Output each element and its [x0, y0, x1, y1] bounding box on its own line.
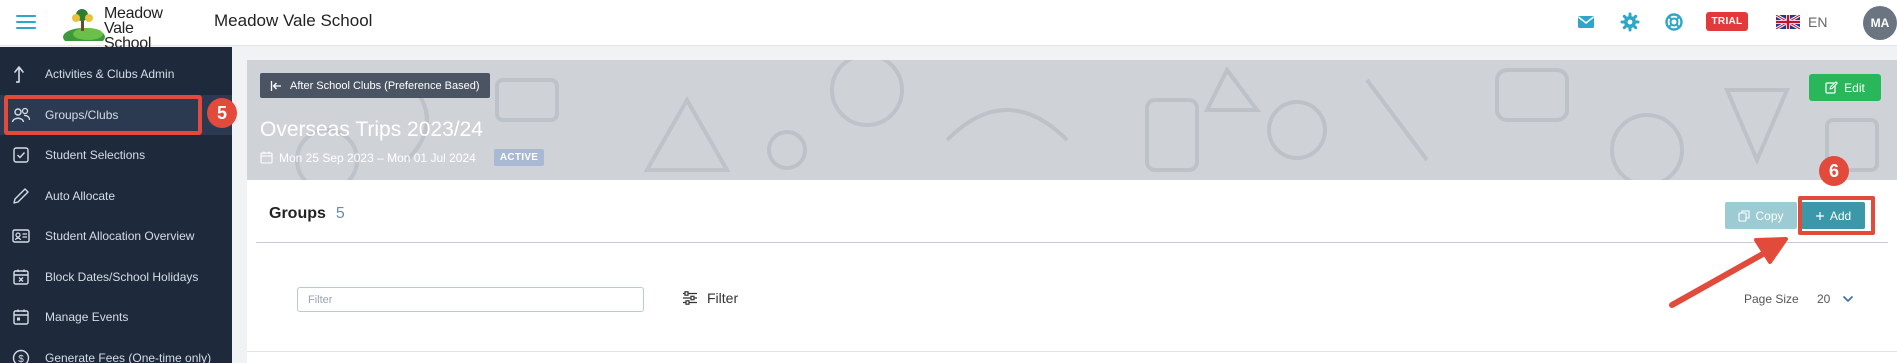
school-logo[interactable]: Meadow Vale School	[62, 3, 182, 52]
filter-input[interactable]	[297, 287, 644, 312]
step-badge-5: 5	[207, 98, 237, 128]
top-bar: Meadow Vale School Meadow Vale School TR…	[0, 0, 1897, 52]
sidebar-item-student-allocation-overview[interactable]: Student Allocation Overview	[0, 216, 232, 256]
groups-count: 5	[335, 205, 345, 222]
pencil-icon	[13, 188, 29, 204]
filter-toggle-button[interactable]: Filter	[682, 290, 738, 306]
language-code: EN	[1808, 14, 1828, 30]
sidebar-item-label: Manage Events	[45, 310, 129, 324]
divider	[247, 351, 1897, 352]
checkbox-icon	[13, 147, 29, 163]
breadcrumb-label: After School Clubs (Preference Based)	[290, 79, 480, 92]
trial-badge: TRIAL	[1706, 12, 1748, 31]
page-title: Overseas Trips 2023/24	[260, 118, 483, 141]
calendar-x-icon	[13, 269, 29, 285]
sidebar-item-student-selections[interactable]: Student Selections	[0, 135, 232, 175]
sidebar-item-block-dates[interactable]: Block Dates/School Holidays	[0, 257, 232, 297]
filter-toggle-label: Filter	[707, 290, 739, 306]
school-name: Meadow Vale School	[214, 11, 373, 30]
uk-flag-icon	[1776, 15, 1800, 29]
page-size-select[interactable]: 20	[1817, 292, 1854, 306]
language-selector[interactable]: EN	[1776, 12, 1827, 32]
sliders-icon	[683, 291, 697, 305]
arrow-up-icon	[14, 66, 24, 83]
logo-tree-icon	[63, 9, 105, 41]
svg-text:$: $	[18, 354, 24, 363]
logo-text-line1: Meadow	[104, 5, 163, 22]
calendar-icon	[13, 309, 29, 325]
groups-heading: Groups 5	[269, 205, 345, 223]
sidebar-item-manage-events[interactable]: Manage Events	[0, 297, 232, 337]
sidebar-item-auto-allocate[interactable]: Auto Allocate	[0, 176, 232, 216]
sidebar-item-activities-clubs-admin[interactable]: Activities & Clubs Admin	[0, 54, 232, 94]
chevron-down-icon	[1843, 295, 1854, 303]
sidebar-item-label: Student Allocation Overview	[45, 229, 195, 243]
id-card-icon	[12, 229, 30, 243]
sidebar-item-label: Student Selections	[45, 148, 146, 162]
page-size-value: 20	[1817, 292, 1831, 306]
gear-icon[interactable]	[1620, 12, 1640, 32]
date-range-text: Mon 25 Sep 2023 – Mon 01 Jul 2024	[279, 150, 476, 165]
divider	[256, 242, 1888, 243]
date-range: Mon 25 Sep 2023 – Mon 01 Jul 2024 ACTIVE	[260, 149, 545, 166]
step-badge-6: 6	[1819, 156, 1849, 186]
edit-icon	[1825, 81, 1839, 94]
back-to-start-icon	[270, 80, 281, 91]
help-lifebuoy-icon[interactable]	[1664, 12, 1684, 32]
highlight-box-groups-clubs	[4, 95, 202, 135]
sidebar-item-generate-fees[interactable]: $ Generate Fees (One-time only)	[0, 338, 232, 363]
highlight-box-add	[1798, 196, 1875, 235]
breadcrumb-back-button[interactable]: After School Clubs (Preference Based)	[260, 73, 490, 98]
main-panel: After School Clubs (Preference Based) Ed…	[247, 60, 1897, 363]
edit-button[interactable]: Edit	[1809, 74, 1881, 101]
status-badge: ACTIVE	[493, 149, 545, 166]
sidebar-item-label: Auto Allocate	[45, 189, 116, 203]
sidebar-item-label: Block Dates/School Holidays	[45, 270, 199, 284]
page-size-label: Page Size	[1744, 292, 1799, 306]
sidebar-item-label: Activities & Clubs Admin	[45, 67, 175, 81]
copy-icon	[1738, 209, 1751, 222]
copy-button[interactable]: Copy	[1725, 202, 1797, 229]
logo-text: Meadow Vale School	[104, 5, 182, 52]
calendar-icon	[260, 151, 273, 164]
edit-button-label: Edit	[1844, 80, 1865, 95]
copy-button-label: Copy	[1755, 208, 1784, 223]
hamburger-menu-icon[interactable]	[16, 12, 36, 32]
hero-banner: After School Clubs (Preference Based) Ed…	[247, 60, 1897, 180]
sidebar-item-label: Generate Fees (One-time only)	[45, 351, 212, 363]
mail-icon[interactable]	[1576, 12, 1596, 32]
groups-title: Groups	[269, 205, 326, 222]
user-avatar[interactable]: MA	[1863, 6, 1897, 40]
dollar-circle-icon: $	[12, 349, 30, 363]
